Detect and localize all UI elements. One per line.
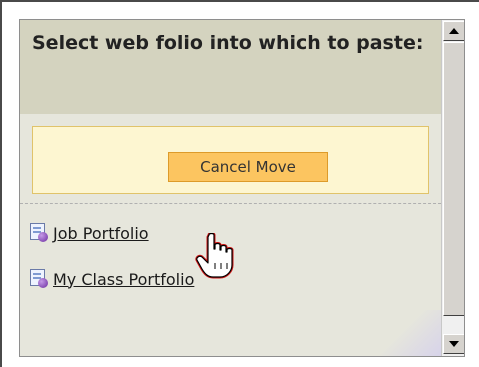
window-frame: Select web folio into which to paste: Ca… xyxy=(0,0,479,367)
cancel-move-box: Cancel Move xyxy=(32,126,429,194)
vertical-scrollbar[interactable] xyxy=(441,20,464,356)
folio-link-label[interactable]: My Class Portfolio xyxy=(53,270,194,289)
portfolio-document-icon xyxy=(30,223,50,243)
folio-link-label[interactable]: Job Portfolio xyxy=(53,224,149,243)
portfolio-document-icon xyxy=(30,269,50,289)
dotted-divider xyxy=(20,203,441,204)
scroll-thumb[interactable] xyxy=(443,42,464,316)
paste-target-panel: Select web folio into which to paste: Ca… xyxy=(19,19,465,357)
arrow-down-icon xyxy=(449,341,459,347)
arrow-up-icon xyxy=(449,28,459,34)
scroll-up-button[interactable] xyxy=(443,21,464,41)
panel-header: Select web folio into which to paste: xyxy=(20,20,441,114)
panel-title: Select web folio into which to paste: xyxy=(32,32,424,54)
corner-shade xyxy=(380,310,441,356)
hand-pointer-icon xyxy=(195,233,234,279)
scroll-down-button[interactable] xyxy=(443,334,464,354)
cancel-move-button[interactable]: Cancel Move xyxy=(168,152,328,182)
